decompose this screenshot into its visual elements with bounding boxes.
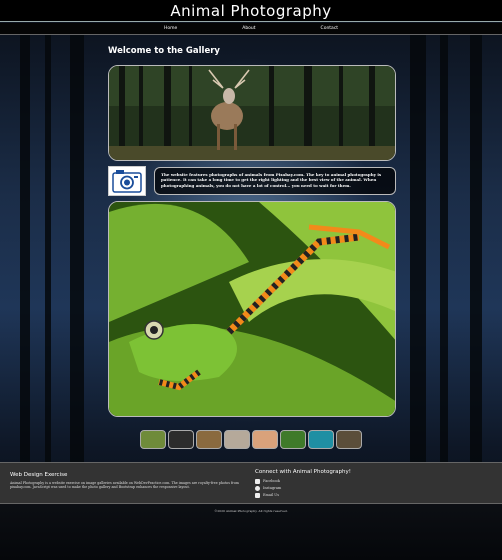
thumbnail-4[interactable]: [224, 430, 250, 449]
deer-photo: [108, 65, 396, 161]
intro-section: The website features photographs of anim…: [108, 165, 396, 197]
social-instagram-label: Instagram: [263, 486, 282, 490]
copyright-text: ©2020 Animal Photography. All rights res…: [214, 509, 288, 513]
connect-title: Connect with Animal Photography!: [255, 469, 351, 475]
social-facebook[interactable]: Facebook: [255, 478, 455, 485]
main-nav: Home About Contact: [0, 23, 502, 35]
facebook-icon: [255, 479, 260, 484]
site-footer: Web Design Exercise Animal Photography i…: [0, 462, 502, 504]
thumbnail-2[interactable]: [168, 430, 194, 449]
footer-connect: Connect with Animal Photography! Faceboo…: [255, 469, 455, 499]
footer-title: Web Design Exercise: [10, 472, 68, 478]
camera-icon: [108, 166, 146, 196]
thumbnail-3[interactable]: [196, 430, 222, 449]
social-facebook-label: Facebook: [263, 479, 280, 483]
email-icon: [255, 493, 260, 498]
footer-text: Animal Photography is a website exercise…: [10, 481, 239, 490]
intro-text: The website features photographs of anim…: [154, 167, 396, 195]
site-banner: Animal Photography: [0, 0, 502, 22]
page-heading: Welcome to the Gallery: [108, 46, 220, 56]
social-instagram[interactable]: Instagram: [255, 485, 455, 492]
thumbnail-1[interactable]: [140, 430, 166, 449]
social-email[interactable]: Email Us: [255, 492, 455, 499]
nav-home-link[interactable]: Home: [164, 23, 177, 34]
nav-about-link[interactable]: About: [242, 23, 255, 34]
thumbnail-5[interactable]: [252, 430, 278, 449]
thumbnail-7[interactable]: [308, 430, 334, 449]
social-email-label: Email Us: [263, 493, 280, 497]
instagram-icon: [255, 486, 260, 491]
frog-photo: [108, 201, 396, 417]
nav-contact-link[interactable]: Contact: [321, 23, 339, 34]
site-title: Animal Photography: [170, 2, 332, 20]
thumbnail-8[interactable]: [336, 430, 362, 449]
footer-about: Web Design Exercise Animal Photography i…: [10, 472, 250, 489]
thumbnail-6[interactable]: [280, 430, 306, 449]
thumbnail-strip: [137, 430, 365, 450]
